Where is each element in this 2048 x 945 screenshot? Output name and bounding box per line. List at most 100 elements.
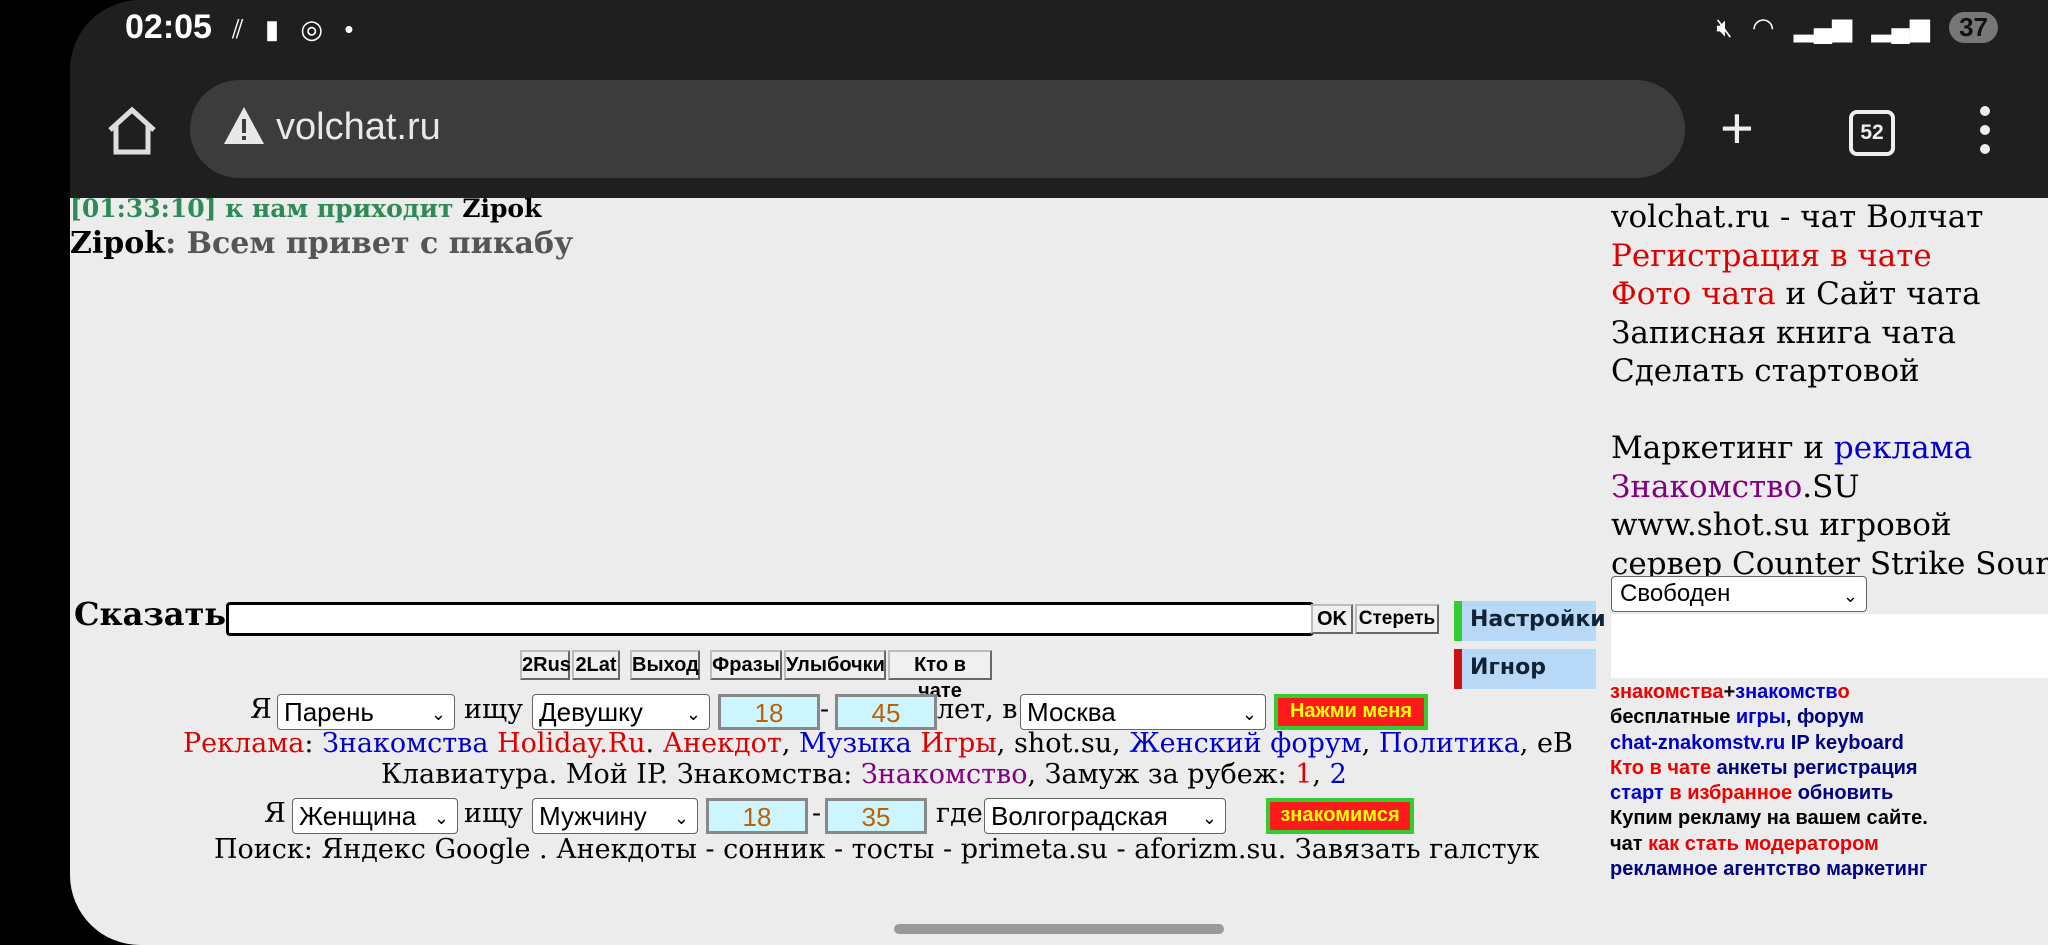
my-ip-link[interactable]: Мой IP [566,759,660,790]
clear-button[interactable]: Стереть [1355,604,1439,634]
ok-button[interactable]: OK [1311,604,1353,634]
text: о [1837,681,1850,703]
womens-forum-link[interactable]: Женский форум [1129,728,1361,759]
search-links-row: Поиск: Яндекс Google . Анекдоты - сонник… [214,834,1540,865]
znakomstvo-link[interactable]: Знакомство [1611,469,1802,505]
ip-link[interactable]: IP [1791,732,1810,754]
ads-link[interactable]: Реклама [183,728,304,759]
photo-link[interactable]: Фото чата [1611,276,1776,312]
eb-link[interactable]: eB [1537,728,1573,759]
2lat-button[interactable]: 2Lat [572,650,620,680]
target-select[interactable]: Девушку ⌄ [532,694,710,730]
keyboard-link[interactable]: Клавиатура [381,759,549,790]
chat-link[interactable]: чат [1610,833,1643,855]
agency-link[interactable]: рекламное агентство [1610,858,1821,880]
mute-icon: 🔇︎ [1716,12,1733,42]
exit-button[interactable]: Выход [630,650,700,680]
search-i-label: Я [250,694,272,725]
who-in-chat-link[interactable]: Кто в чате [1610,757,1711,779]
user-link[interactable]: Zipok [462,198,541,223]
tab-switcher-button[interactable]: 52 [1849,110,1895,156]
page-2-link[interactable]: 2 [1330,759,1347,790]
keyboard-link[interactable]: keyboard [1815,732,1904,754]
settings-button[interactable]: Настройки [1454,601,1606,641]
search-label: Поиск: [214,834,313,865]
target-value: Девушку [539,697,643,727]
music-link[interactable]: Музыка [799,728,912,759]
site-link[interactable]: chat-znakomstv.ru [1610,732,1785,754]
address-bar[interactable]: volchat.ru [190,80,1685,178]
age-to-input[interactable]: 45 [835,694,937,730]
who-in-chat-button[interactable]: Кто в чате [888,650,992,702]
home-icon[interactable] [102,100,162,160]
marketing-link[interactable]: маркетинг [1826,858,1927,880]
make-homepage-link[interactable]: Сделать стартовой [1611,353,1920,389]
age-to-input-2[interactable]: 35 [825,798,927,834]
user-link[interactable]: Zipok [70,226,165,261]
ignore-button[interactable]: Игнор [1454,649,1596,689]
toasts-link[interactable]: тосты [852,834,935,865]
more-menu-icon[interactable] [1980,106,1990,163]
register-link[interactable]: регистрация [1793,757,1917,779]
notebook-link[interactable]: Записная книга чата [1611,315,1956,351]
blank-panel [1611,614,2048,678]
age-from-input[interactable]: 18 [718,694,820,730]
jokes-link[interactable]: Анекдот [663,728,782,759]
message-input[interactable] [226,602,1314,636]
press-me-button[interactable]: Нажми меня [1274,694,1428,730]
google-link[interactable]: Google [434,834,530,865]
game-server-link[interactable]: игровой [1819,507,1951,543]
age-from-input-2[interactable]: 18 [706,798,808,834]
city-select[interactable]: Москва ⌄ [1020,694,1266,730]
games-link[interactable]: игры [1736,706,1786,728]
gender-select[interactable]: Парень ⌄ [277,694,455,730]
moderator-link[interactable]: как стать модератором [1648,833,1879,855]
system-message: [01:33:10] к нам приходит Zipok [70,198,1590,226]
dating-link[interactable]: Знакомства [322,728,488,759]
status-value: Свободен [1620,580,1731,607]
meet-button[interactable]: знакомимся [1266,798,1414,834]
phrases-button[interactable]: Фразы [710,650,782,680]
chevron-down-icon: ⌄ [430,704,446,724]
forum-link[interactable]: форум [1797,706,1864,728]
primeta-link[interactable]: primeta.su [961,834,1108,865]
and-text: и [1785,276,1807,312]
ads-link[interactable]: реклама [1834,430,1972,466]
link[interactable]: знакомства [1610,681,1723,703]
tie-link[interactable]: Завязать галстук [1295,834,1539,865]
jokes-link[interactable]: Анекдоты [556,834,697,865]
dot: . [645,728,655,759]
browser-toolbar: volchat.ru + 52 [70,62,2048,198]
site-link[interactable]: volchat.ru - чат Волчат [1611,199,1983,235]
page-1-link[interactable]: 1 [1295,759,1312,790]
profiles-link[interactable]: анкеты [1717,757,1788,779]
status-select[interactable]: Свободен ⌄ [1611,576,1867,612]
region-select[interactable]: Волгоградская ⌄ [984,798,1226,834]
home-gesture-handle[interactable] [894,924,1224,934]
link[interactable]: знакомств [1735,681,1837,703]
smiles-button[interactable]: Улыбочки [784,650,886,680]
colon: : [304,728,314,759]
yandex-link[interactable]: Яндекс [321,834,425,865]
start-link[interactable]: старт [1610,782,1664,804]
buy-ads-link[interactable]: Купим рекламу [1610,807,1761,829]
gender-select-2[interactable]: Женщина ⌄ [292,798,458,834]
battery-icon: 37 [1949,12,1998,43]
2rus-button[interactable]: 2Rus [520,650,571,680]
znakomstvo-link[interactable]: Знакомство [861,759,1028,790]
target-select-2[interactable]: Мужчину ⌄ [532,798,698,834]
dreambook-link[interactable]: сонник [723,834,825,865]
shot-link[interactable]: shot.su [1014,728,1112,759]
chat-message: Zipok: Всем привет с пикабу [70,226,574,261]
aforizm-link[interactable]: aforizm.su [1134,834,1278,865]
site-chat-link[interactable]: Сайт чата [1816,276,1980,312]
games-link[interactable]: Игры [920,728,996,759]
politics-link[interactable]: Политика [1379,728,1520,759]
warning-icon[interactable] [222,104,266,148]
refresh-link[interactable]: обновить [1798,782,1894,804]
registration-link[interactable]: Регистрация в чате [1611,238,1932,274]
new-tab-icon[interactable]: + [1720,100,1754,158]
links-row-2: Клавиатура. Мой IP. Знакомства: Знакомст… [381,759,1347,790]
system-text: к нам приходит [225,198,454,223]
favorites-link[interactable]: в избранное [1669,782,1792,804]
